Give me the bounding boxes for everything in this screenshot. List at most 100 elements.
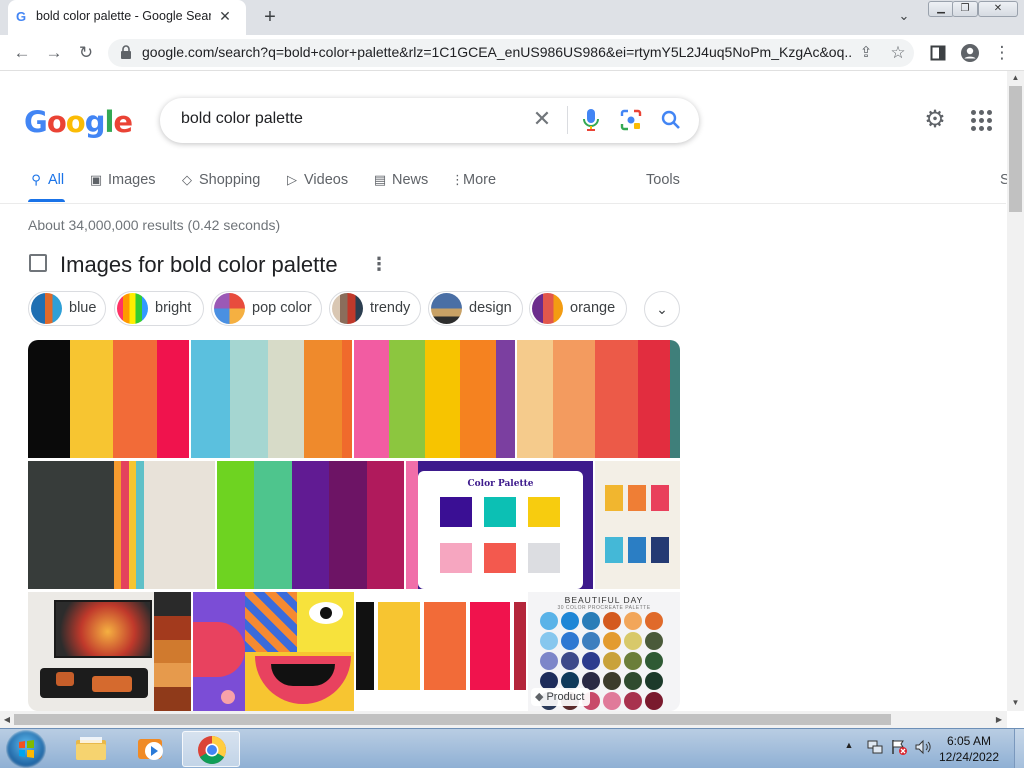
scroll-down-icon[interactable]: ▼	[1009, 698, 1022, 708]
show-desktop-button[interactable]	[1014, 729, 1024, 768]
bookmark-star-icon[interactable]: ☆	[886, 43, 910, 63]
reload-icon[interactable]: ↻	[74, 43, 98, 63]
palette-swatch	[582, 652, 600, 670]
forward-icon[interactable]: →	[42, 43, 66, 63]
tab-all-label: All	[48, 172, 65, 188]
more-options-icon[interactable]: ⋮	[370, 254, 388, 274]
image-result[interactable]	[517, 340, 680, 458]
chip-pop-color[interactable]: pop color	[211, 291, 322, 326]
tab-close-icon[interactable]: ✕	[216, 7, 234, 25]
product-badge[interactable]: ◆ Product	[531, 688, 591, 706]
chip-thumbnail	[214, 293, 245, 324]
tools-button[interactable]: Tools	[646, 172, 680, 190]
chip-design[interactable]: design	[428, 291, 523, 326]
minimize-button[interactable]: ▁	[928, 1, 954, 17]
tab-more[interactable]: ⋮More	[451, 172, 496, 190]
system-clock[interactable]: 6:05 AM 12/24/2022	[930, 733, 1008, 765]
chip-thumbnail	[332, 293, 363, 324]
scroll-right-icon[interactable]: ▶	[994, 714, 1004, 725]
close-window-button[interactable]: ✕	[978, 1, 1018, 17]
voice-search-icon[interactable]	[581, 107, 601, 133]
tab-search-chevron-icon[interactable]: ⌄	[893, 8, 915, 26]
chip-blue[interactable]: blue	[28, 291, 106, 326]
image-result[interactable]	[356, 592, 526, 711]
tab-title: bold color palette - Google Search	[36, 9, 211, 23]
tab-news-label: News	[392, 172, 429, 188]
scroll-left-icon[interactable]: ◀	[2, 714, 12, 725]
side-panel-icon[interactable]	[926, 43, 950, 63]
palette-swatch	[603, 612, 621, 630]
chip-thumbnail	[117, 293, 148, 324]
image-result[interactable]: Color Palette	[406, 461, 593, 589]
newspaper-icon: ▤	[373, 172, 387, 187]
tab-images[interactable]: ▣ Images	[88, 172, 156, 190]
scroll-up-icon[interactable]: ▲	[1009, 73, 1022, 83]
product-badge-label: Product	[546, 691, 585, 703]
settings-gear-icon[interactable]: ⚙	[922, 107, 948, 133]
image-result[interactable]	[193, 592, 354, 711]
chrome-menu-icon[interactable]: ⋮	[990, 43, 1014, 63]
logo-letter: g	[84, 105, 106, 139]
lock-icon[interactable]	[120, 45, 132, 59]
tab-news[interactable]: ▤ News	[372, 172, 428, 190]
clear-search-icon[interactable]: ✕	[530, 106, 554, 132]
chip-trendy[interactable]: trendy	[329, 291, 421, 326]
share-icon[interactable]: ⇪	[854, 43, 878, 63]
media-player-taskbar-button[interactable]	[122, 731, 180, 767]
explorer-taskbar-button[interactable]	[62, 731, 120, 767]
url-text[interactable]: google.com/search?q=bold+color+palette&r…	[142, 44, 852, 60]
palette-swatch	[645, 672, 663, 690]
palette-swatch	[645, 632, 663, 650]
nav-divider	[0, 203, 1006, 204]
logo-letter: G	[24, 105, 48, 139]
palette-swatch	[645, 652, 663, 670]
chrome-taskbar-button[interactable]	[182, 731, 240, 767]
show-hidden-icons-icon[interactable]: ▲	[843, 740, 855, 754]
profile-avatar-icon[interactable]	[958, 43, 982, 63]
image-result[interactable]	[28, 461, 215, 589]
tab-shopping-label: Shopping	[199, 172, 261, 188]
network-icon[interactable]	[866, 738, 884, 756]
google-doodle-logo[interactable]: Google	[24, 105, 133, 139]
image-result[interactable]	[354, 340, 515, 458]
search-icon: ⚲	[31, 172, 41, 187]
palette-heading: BEAUTIFUL DAY	[564, 595, 644, 605]
chips-expand-chevron-icon[interactable]: ⌄	[644, 291, 680, 327]
action-center-flag-icon[interactable]	[890, 738, 908, 756]
palette-swatch	[603, 652, 621, 670]
new-tab-button[interactable]: +	[258, 6, 282, 28]
active-tab-indicator	[28, 199, 65, 202]
search-input[interactable]: bold color palette	[181, 110, 303, 128]
chip-orange[interactable]: orange	[529, 291, 627, 326]
vertical-scroll-thumb[interactable]	[1009, 86, 1022, 212]
palette-swatch	[561, 632, 579, 650]
palette-swatch	[561, 652, 579, 670]
google-apps-icon[interactable]	[970, 109, 992, 131]
image-result[interactable]	[28, 592, 191, 711]
chip-label: pop color	[252, 300, 312, 316]
chip-thumbnail	[431, 293, 462, 324]
chip-label: trendy	[370, 300, 411, 316]
back-icon[interactable]: ←	[10, 43, 34, 63]
horizontal-scroll-thumb[interactable]	[14, 714, 891, 725]
logo-letter: o	[65, 105, 86, 139]
image-result[interactable]	[595, 461, 680, 589]
restore-button[interactable]: ❐	[952, 1, 978, 17]
chip-bright[interactable]: bright	[114, 291, 204, 326]
palette-swatch	[540, 632, 558, 650]
tab-videos[interactable]: ▷ Videos	[284, 172, 348, 190]
image-result[interactable]	[217, 461, 404, 589]
search-divider	[567, 106, 568, 134]
search-icon[interactable]	[659, 108, 683, 132]
start-button[interactable]	[6, 730, 46, 768]
image-results-grid: Color Palette BEAUTIFUL DAY 30 COLOR PRO…	[28, 340, 680, 711]
lens-camera-icon[interactable]	[620, 109, 642, 131]
tab-shopping[interactable]: ◇ Shopping	[179, 172, 260, 190]
image-result[interactable]	[28, 340, 189, 458]
chip-label: design	[469, 300, 512, 316]
palette-swatch	[624, 652, 642, 670]
image-icon	[29, 254, 47, 272]
images-section-heading[interactable]: Images for bold color palette	[60, 252, 338, 278]
tab-all[interactable]: ⚲ All	[28, 172, 64, 190]
image-result[interactable]	[191, 340, 352, 458]
